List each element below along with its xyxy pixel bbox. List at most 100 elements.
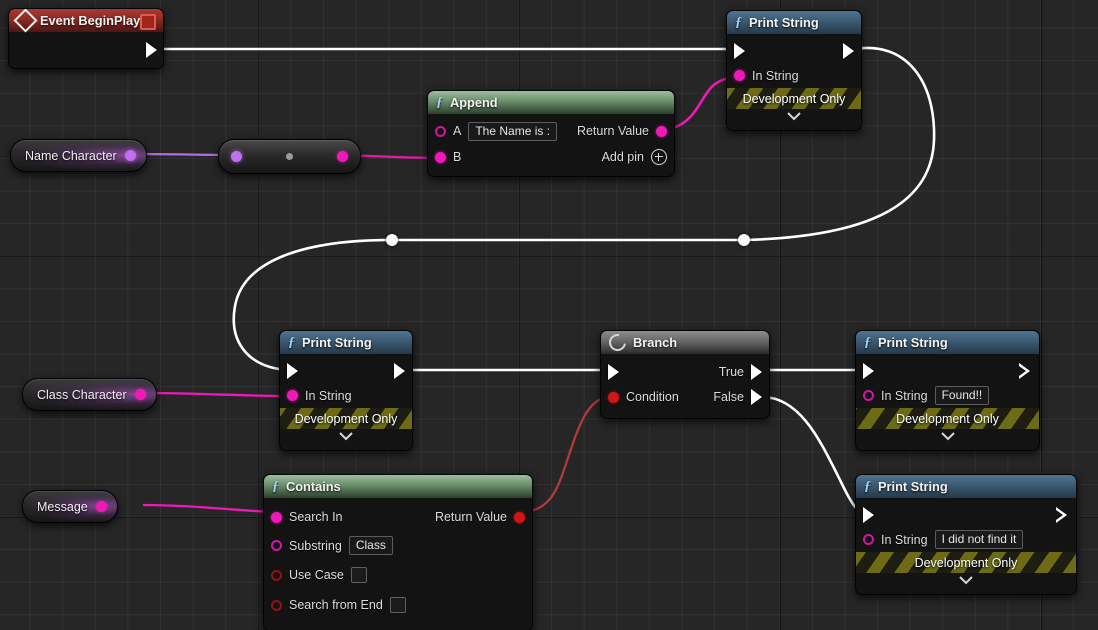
branch-true-label: True (718, 364, 744, 379)
name-input-pin[interactable] (231, 151, 242, 162)
variable-label: Name Character (25, 148, 117, 163)
search-from-end-pin[interactable] (271, 599, 282, 611)
string-output-pin[interactable] (95, 501, 107, 512)
append-pin-b-label: B (453, 150, 462, 164)
node-header: ƒ Print String (856, 475, 1076, 498)
append-pin-a[interactable] (435, 125, 446, 137)
node-get-name-character[interactable]: Name Character (10, 139, 147, 172)
in-string-pin[interactable] (287, 390, 298, 401)
in-string-label: In String (881, 388, 928, 403)
exec-output-pin[interactable] (146, 42, 157, 58)
in-string-row: In String Found!! (856, 383, 1039, 408)
string-output-pin[interactable] (337, 151, 348, 162)
node-print-string-middle[interactable]: ƒ Print String In String Development Onl… (279, 330, 413, 451)
exec-output-pin[interactable] (1056, 507, 1069, 523)
contains-return-label: Return Value (434, 510, 507, 524)
development-only-bar: Development Only (856, 408, 1039, 429)
node-body: True Condition False (601, 354, 769, 418)
convert-arrow-icon (286, 153, 293, 160)
in-string-label: In String (752, 68, 799, 83)
search-in-pin[interactable] (271, 511, 282, 523)
append-pin-a-input[interactable]: The Name is : (468, 121, 558, 141)
append-add-pin-label[interactable]: Add pin (602, 150, 644, 164)
in-string-input[interactable]: I did not find it (934, 530, 1024, 549)
search-from-end-checkbox[interactable] (389, 597, 406, 613)
node-body (9, 32, 163, 68)
exec-output-pin[interactable] (843, 43, 854, 59)
chevron-down-icon[interactable] (727, 109, 861, 124)
in-string-row: In String (280, 383, 412, 408)
node-title: Event BeginPlay (40, 13, 141, 28)
append-return-value-pin[interactable] (656, 125, 667, 137)
function-f-icon: ƒ (864, 334, 871, 350)
node-event-begin-play[interactable]: Event BeginPlay (8, 8, 164, 69)
node-body: Search In Return Value Substring Class U… (264, 498, 532, 630)
exec-out-row (9, 32, 163, 68)
exec-output-pin[interactable] (394, 363, 405, 379)
node-get-message[interactable]: Message (22, 490, 118, 523)
reroute-node-right[interactable] (738, 234, 750, 246)
exec-input-pin[interactable] (863, 507, 874, 523)
node-print-string-not-found[interactable]: ƒ Print String In String I did not find … (855, 474, 1077, 595)
exec-input-pin[interactable] (608, 363, 619, 380)
in-string-pin[interactable] (863, 390, 874, 401)
blueprint-graph-canvas[interactable]: Event BeginPlay Name Character ƒ Append (0, 0, 1098, 630)
function-f-icon: ƒ (288, 334, 295, 350)
development-only-bar: Development Only (856, 552, 1076, 573)
plus-circle-icon[interactable] (651, 149, 667, 165)
node-body: A The Name is : Return Value B Add pin (428, 114, 674, 176)
chevron-down-icon[interactable] (856, 429, 1039, 444)
node-get-class-character[interactable]: Class Character (22, 378, 157, 411)
name-output-pin[interactable] (124, 150, 136, 161)
node-body: In String Found!! Development Only (856, 354, 1039, 450)
exec-output-pin[interactable] (1019, 363, 1032, 379)
chevron-down-icon[interactable] (280, 429, 412, 444)
search-in-label: Search In (289, 510, 343, 524)
use-case-pin[interactable] (271, 569, 282, 581)
in-string-row: In String I did not find it (856, 527, 1076, 552)
branch-exec-true-row: True (601, 359, 769, 384)
in-string-input[interactable]: Found!! (934, 386, 990, 405)
node-header: ƒ Print String (856, 331, 1039, 354)
append-pin-b[interactable] (435, 151, 446, 163)
branch-condition-label: Condition (626, 390, 679, 404)
string-output-pin[interactable] (134, 389, 146, 400)
in-string-row: In String (727, 63, 861, 88)
branch-flow-icon (605, 331, 630, 355)
node-convert-name-to-string[interactable] (218, 139, 361, 174)
node-branch[interactable]: Branch True Condition False (600, 330, 770, 419)
use-case-label: Use Case (289, 568, 344, 582)
chevron-down-icon[interactable] (856, 573, 1076, 588)
node-body: In String Development Only (727, 34, 861, 130)
node-print-string-found[interactable]: ƒ Print String In String Found!! Develop… (855, 330, 1040, 451)
variable-label: Message (37, 499, 88, 514)
append-pin-a-label: A (453, 124, 462, 138)
condition-pin[interactable] (608, 391, 619, 403)
node-header: Event BeginPlay (9, 9, 163, 33)
in-string-pin[interactable] (863, 534, 874, 545)
exec-false-pin[interactable] (751, 389, 762, 405)
node-append[interactable]: ƒ Append A The Name is : Return Value B (427, 90, 675, 177)
exec-input-pin[interactable] (863, 363, 874, 379)
function-f-icon: ƒ (735, 14, 742, 30)
append-return-label: Return Value (576, 124, 649, 138)
exec-true-pin[interactable] (751, 363, 762, 380)
return-value-pin[interactable] (514, 511, 525, 523)
node-title: Contains (286, 479, 341, 494)
reroute-node-left[interactable] (386, 234, 398, 246)
exec-input-pin[interactable] (287, 363, 298, 379)
exec-input-pin[interactable] (734, 43, 745, 59)
node-header: ƒ Print String (280, 331, 412, 354)
stop-square-icon[interactable] (140, 14, 156, 30)
append-row-a: A The Name is : Return Value (428, 118, 674, 144)
use-case-checkbox[interactable] (350, 567, 367, 583)
node-title: Print String (878, 479, 948, 494)
node-contains[interactable]: ƒ Contains Search In Return Value Substr… (263, 474, 533, 630)
function-f-icon: ƒ (864, 478, 871, 494)
function-f-icon: ƒ (272, 478, 279, 494)
substring-pin[interactable] (271, 540, 282, 551)
exec-row (280, 359, 412, 383)
node-print-string-top[interactable]: ƒ Print String In String Development Onl… (726, 10, 862, 131)
substring-input[interactable]: Class (348, 536, 393, 555)
in-string-pin[interactable] (734, 70, 745, 81)
